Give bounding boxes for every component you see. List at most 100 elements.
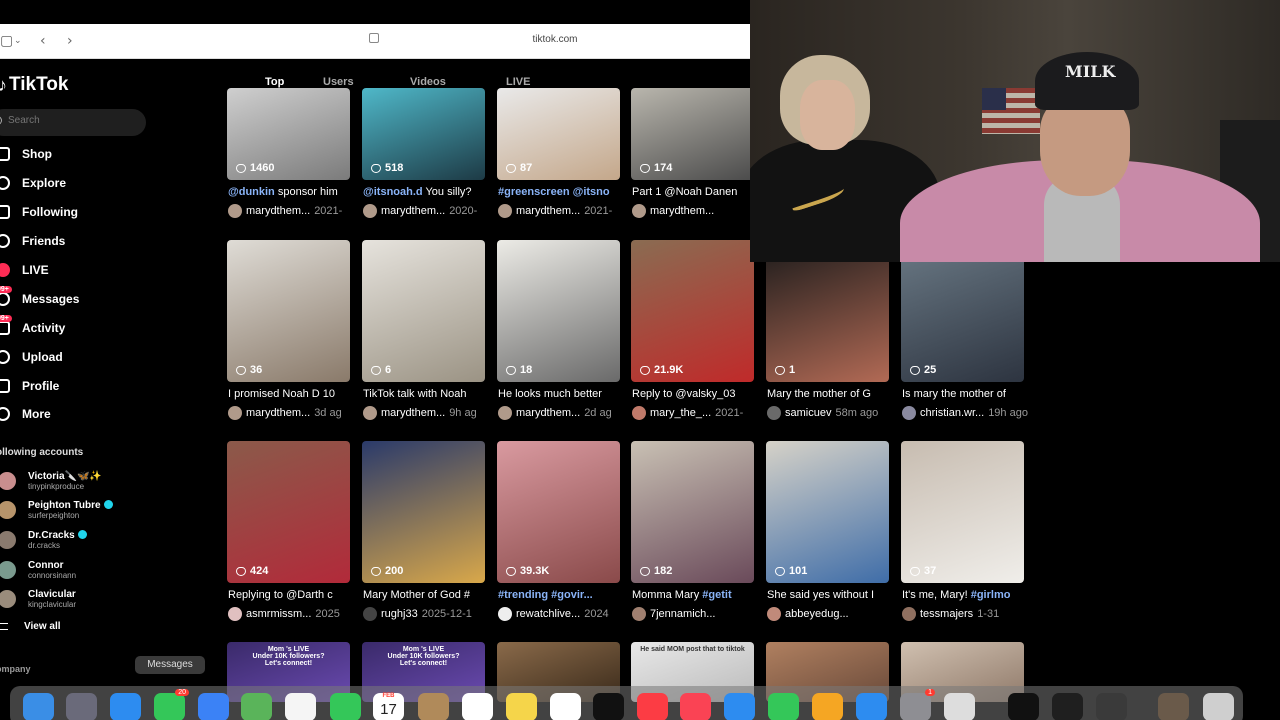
- video-caption[interactable]: Momma Mary #getit: [632, 589, 767, 601]
- chevron-down-icon[interactable]: ⌄: [14, 36, 22, 46]
- maps-icon[interactable]: [241, 693, 272, 720]
- following-account[interactable]: Clavicular kingclavicular: [0, 584, 113, 614]
- following-account[interactable]: Connor connorsinann: [0, 555, 113, 585]
- video-author[interactable]: asmrmissm... 2025: [228, 607, 363, 621]
- video-author[interactable]: marydthem... 2021-: [498, 204, 633, 218]
- system-settings-icon[interactable]: 1: [900, 689, 935, 720]
- video-author[interactable]: christian.wr... 19h ago: [902, 406, 1037, 420]
- reminders-icon[interactable]: [462, 693, 493, 720]
- video-caption[interactable]: Replying to @Darth c: [228, 589, 363, 601]
- tv-icon[interactable]: [593, 693, 624, 720]
- video-caption[interactable]: He looks much better: [498, 388, 633, 400]
- music-icon[interactable]: [637, 693, 668, 720]
- video-author[interactable]: marydthem... 3d ag: [228, 406, 363, 420]
- photos-icon[interactable]: [285, 693, 316, 720]
- quicktime-icon[interactable]: [1096, 693, 1127, 720]
- forward-icon[interactable]: ›: [67, 33, 73, 49]
- video-caption[interactable]: Part 1 @Noah Danen: [632, 186, 767, 198]
- video-thumbnail[interactable]: 182: [631, 441, 754, 583]
- caption-hashtag[interactable]: @dunkin: [228, 186, 275, 198]
- video-caption[interactable]: Mary the mother of G: [767, 388, 902, 400]
- video-author[interactable]: 7jennamich...: [632, 607, 767, 621]
- video-caption[interactable]: #trending #govir...: [498, 589, 633, 601]
- video-thumbnail[interactable]: 424: [227, 441, 350, 583]
- finder-icon[interactable]: [23, 693, 54, 720]
- company-section[interactable]: ompany: [0, 664, 31, 674]
- video-thumbnail[interactable]: 1460: [227, 88, 350, 180]
- tab-top[interactable]: Top: [265, 76, 284, 88]
- whatsapp-icon[interactable]: [1052, 693, 1083, 720]
- video-caption[interactable]: Reply to @valsky_03: [632, 388, 767, 400]
- video-caption[interactable]: @dunkin sponsor him: [228, 186, 363, 198]
- video-caption[interactable]: @itsnoah.d You silly?: [363, 186, 498, 198]
- calendar-icon[interactable]: FEB 17: [373, 693, 404, 720]
- contacts-icon[interactable]: [418, 693, 449, 720]
- address-bar[interactable]: tiktok.com: [365, 30, 745, 52]
- video-author[interactable]: rughj33 2025-12-1: [363, 607, 498, 621]
- launchpad-icon[interactable]: [66, 693, 97, 720]
- iphone-mirroring-icon[interactable]: [944, 693, 975, 720]
- freeform-icon[interactable]: [550, 693, 581, 720]
- notes-icon[interactable]: [506, 693, 537, 720]
- view-all-link[interactable]: View all: [0, 621, 61, 632]
- video-caption[interactable]: It's me, Mary! #girlmo: [902, 589, 1037, 601]
- sidebar-item-activity[interactable]: Activity 99+: [0, 313, 200, 342]
- video-thumbnail[interactable]: 200: [362, 441, 485, 583]
- app-store-icon[interactable]: [856, 693, 887, 720]
- video-caption[interactable]: Is mary the mother of: [902, 388, 1037, 400]
- back-icon[interactable]: ‹: [40, 33, 46, 49]
- video-caption[interactable]: She said yes without I: [767, 589, 902, 601]
- video-caption[interactable]: TikTok talk with Noah: [363, 388, 498, 400]
- sidebar-item-live[interactable]: LIVE: [0, 256, 200, 285]
- sidebar-item-following[interactable]: Following: [0, 198, 200, 227]
- video-thumbnail[interactable]: 21.9K: [631, 240, 754, 382]
- search-input[interactable]: [8, 115, 128, 126]
- mail-icon[interactable]: [198, 693, 229, 720]
- numbers-icon[interactable]: [768, 693, 799, 720]
- video-thumbnail[interactable]: 39.3K: [497, 441, 620, 583]
- video-author[interactable]: mary_the_... 2021-: [632, 406, 767, 420]
- capcut-icon[interactable]: [1008, 693, 1039, 720]
- caption-hashtag[interactable]: #greenscreen @itsno: [498, 186, 610, 198]
- caption-hashtag[interactable]: @itsnoah.d: [363, 186, 423, 198]
- keynote-icon[interactable]: [724, 693, 755, 720]
- video-author[interactable]: rewatchlive... 2024: [498, 607, 633, 621]
- sidebar-item-shop[interactable]: Shop: [0, 140, 200, 169]
- recent-app-icon[interactable]: [1158, 693, 1189, 720]
- video-author[interactable]: abbeyedug...: [767, 607, 902, 621]
- sidebar-item-explore[interactable]: Explore: [0, 169, 200, 198]
- video-thumbnail[interactable]: 101: [766, 441, 889, 583]
- video-author[interactable]: samicuev 58m ago: [767, 406, 902, 420]
- messages-app-icon[interactable]: 20: [154, 689, 189, 720]
- following-account[interactable]: Peighton Tubre surferpeighton: [0, 496, 113, 526]
- video-author[interactable]: marydthem... 2020-: [363, 204, 498, 218]
- tiktok-logo[interactable]: ♪ TikTok: [0, 74, 68, 96]
- sidebar-item-friends[interactable]: Friends: [0, 227, 200, 256]
- video-author[interactable]: marydthem... 9h ag: [363, 406, 498, 420]
- search-box[interactable]: [0, 109, 146, 136]
- video-author[interactable]: marydthem...: [632, 204, 767, 218]
- news-icon[interactable]: [680, 693, 711, 720]
- video-author[interactable]: marydthem... 2021-: [228, 204, 363, 218]
- pages-icon[interactable]: [812, 693, 843, 720]
- video-caption[interactable]: I promised Noah D 10: [228, 388, 363, 400]
- facetime-icon[interactable]: [330, 693, 361, 720]
- video-thumbnail[interactable]: 37: [901, 441, 1024, 583]
- video-thumbnail[interactable]: 518: [362, 88, 485, 180]
- video-caption[interactable]: #greenscreen @itsno: [498, 186, 633, 198]
- following-account[interactable]: Victoria🔪🦋✨ tinypinkproduce: [0, 466, 113, 496]
- safari-icon[interactable]: [110, 693, 141, 720]
- video-thumbnail[interactable]: 36: [227, 240, 350, 382]
- video-caption[interactable]: Mary Mother of God #: [363, 589, 498, 601]
- sidebar-toggle-icon[interactable]: ▢: [0, 33, 13, 49]
- video-author[interactable]: marydthem... 2d ag: [498, 406, 633, 420]
- caption-hashtag[interactable]: #trending #govir...: [498, 589, 593, 601]
- caption-hashtag[interactable]: #girlmo: [971, 589, 1011, 601]
- caption-hashtag[interactable]: #getit: [702, 589, 731, 601]
- sidebar-item-profile[interactable]: Profile: [0, 371, 200, 400]
- video-thumbnail[interactable]: 174: [631, 88, 754, 180]
- following-account[interactable]: Dr.Cracks dr.cracks: [0, 525, 113, 555]
- sidebar-item-messages[interactable]: Messages 99+: [0, 284, 200, 313]
- sidebar-item-upload[interactable]: Upload: [0, 342, 200, 371]
- video-thumbnail[interactable]: 6: [362, 240, 485, 382]
